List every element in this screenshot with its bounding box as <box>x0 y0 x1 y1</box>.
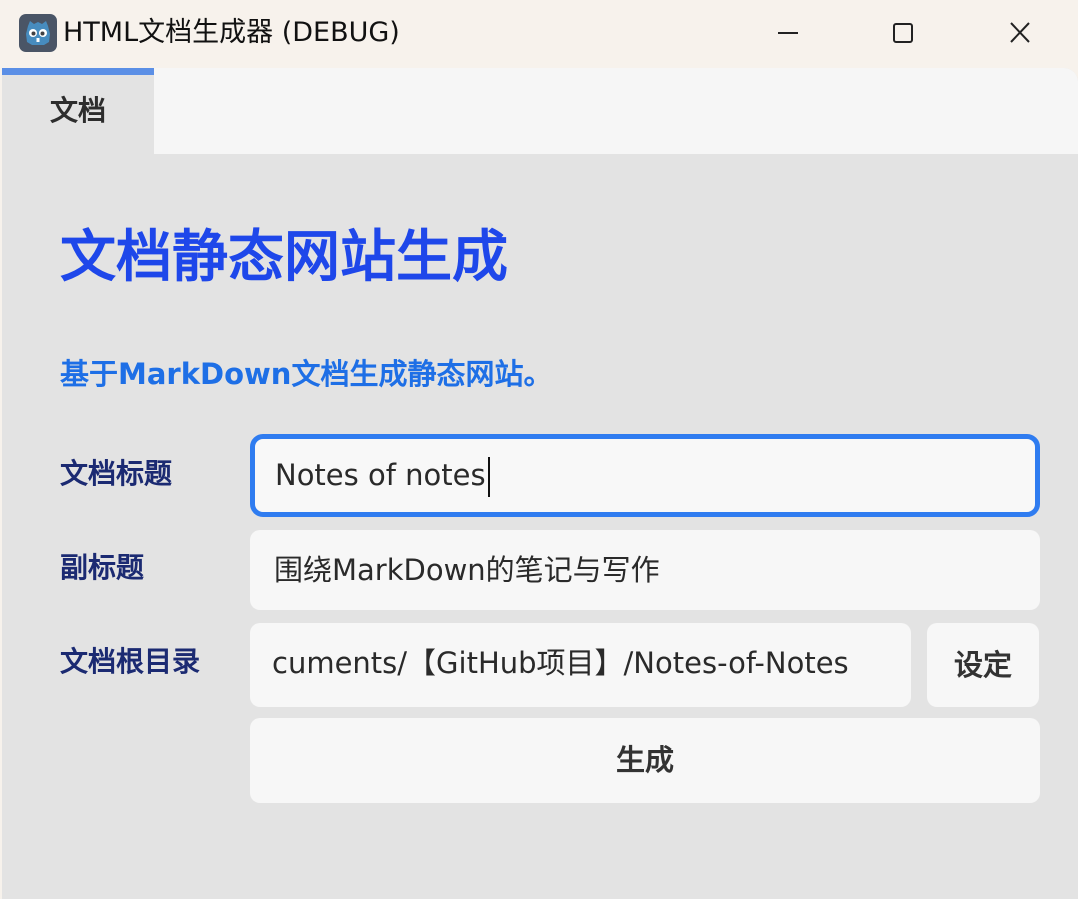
close-button[interactable] <box>990 9 1050 57</box>
tab-documents[interactable]: 文档 <box>2 68 154 154</box>
maximize-button[interactable] <box>873 9 933 57</box>
subtitle-input[interactable]: 围绕MarkDown的笔记与写作 <box>250 530 1040 610</box>
root-dir-label: 文档根目录 <box>60 645 201 678</box>
minimize-button[interactable] <box>758 9 818 57</box>
root-dir-input[interactable]: cuments/【GitHub项目】/Notes-of-Notes <box>250 623 911 707</box>
doc-title-value: Notes of notes <box>275 458 486 492</box>
doc-title-label: 文档标题 <box>60 457 173 490</box>
subtitle-label: 副标题 <box>60 551 145 584</box>
tab-bar: 文档 <box>2 68 1078 154</box>
text-caret <box>487 457 490 497</box>
page-title: 文档静态网站生成 <box>60 225 508 290</box>
maximize-icon <box>893 23 913 43</box>
godot-icon <box>19 14 57 52</box>
window-titlebar[interactable]: HTML文档生成器 (DEBUG) <box>0 0 1078 66</box>
close-icon <box>1010 22 1030 43</box>
set-root-button[interactable]: 设定 <box>927 623 1039 707</box>
root-dir-value: cuments/【GitHub项目】/Notes-of-Notes <box>272 646 849 680</box>
tab-label: 文档 <box>49 94 106 127</box>
tab-active-indicator <box>2 68 154 75</box>
generate-button[interactable]: 生成 <box>250 718 1040 803</box>
minimize-icon <box>778 32 798 34</box>
subtitle-value: 围绕MarkDown的笔记与写作 <box>274 553 660 587</box>
doc-title-input[interactable]: Notes of notes <box>250 434 1040 517</box>
window-title: HTML文档生成器 (DEBUG) <box>63 17 400 48</box>
main-content: 文档 文档静态网站生成 基于MarkDown文档生成静态网站。 文档标题 Not… <box>2 68 1078 899</box>
page-subtitle: 基于MarkDown文档生成静态网站。 <box>60 357 553 391</box>
